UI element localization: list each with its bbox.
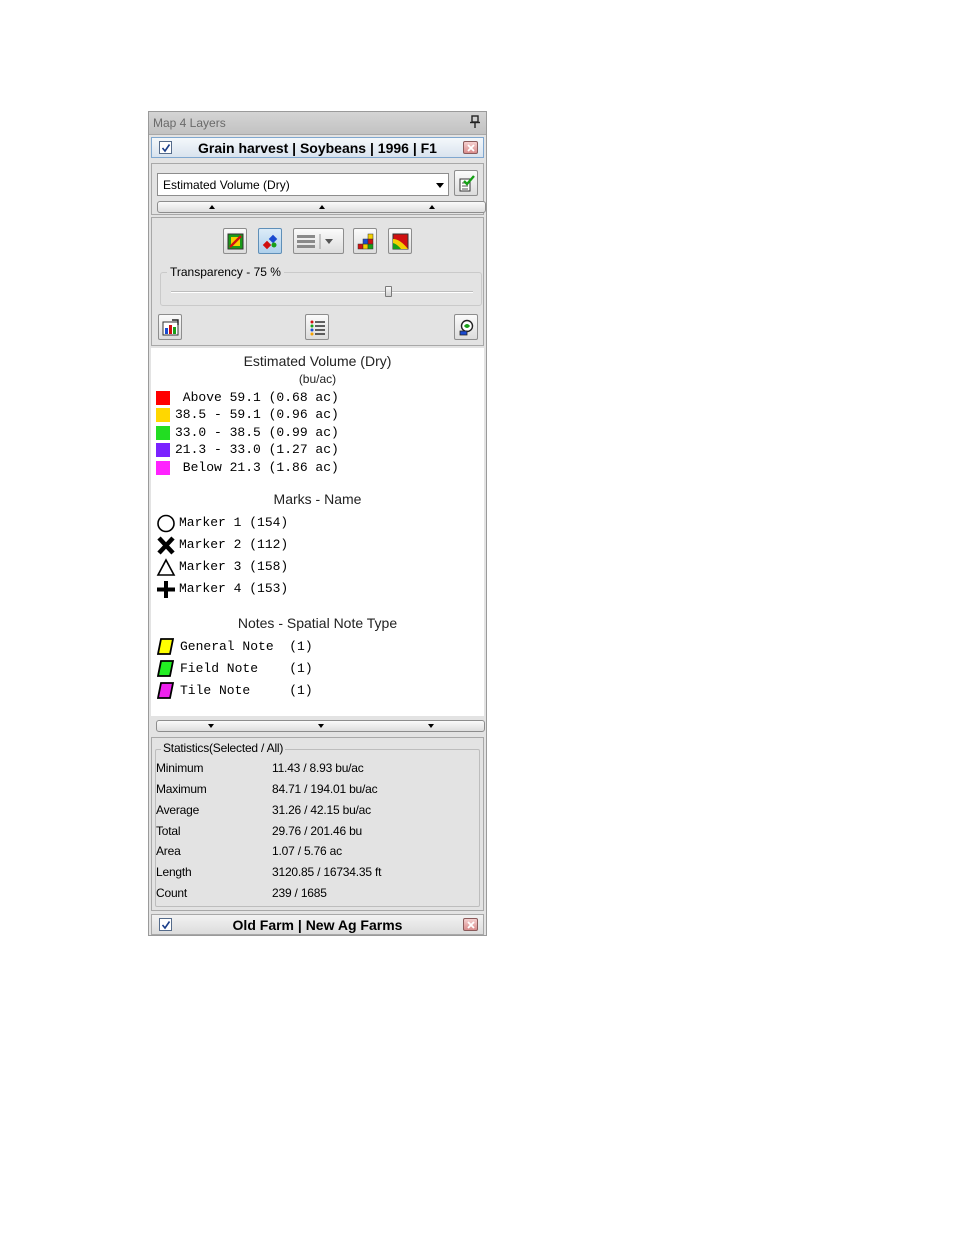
- arrow-up-icon: [209, 205, 215, 209]
- stat-row-average: Average 31.26 / 42.15 bu/ac: [156, 803, 476, 821]
- attribute-dropdown[interactable]: Estimated Volume (Dry): [157, 173, 449, 196]
- stat-row-minimum: Minimum 11.43 / 8.93 bu/ac: [156, 761, 476, 779]
- layer-title: Grain harvest | Soybeans | 1996 | F1: [198, 140, 437, 156]
- range-label: 33.0 - 38.5 (0.99 ac): [175, 425, 339, 440]
- triangle-marker-icon: [156, 558, 176, 576]
- bottom-splitter-area: [151, 716, 485, 737]
- range-label: 38.5 - 59.1 (0.96 ac): [175, 407, 339, 422]
- note-label: Field Note (1): [180, 661, 313, 676]
- tile-note-icon: [157, 682, 174, 699]
- chart-button[interactable]: [158, 314, 182, 340]
- layer-header-old-farm[interactable]: Old Farm | New Ag Farms: [151, 914, 484, 935]
- panel-titlebar: Map 4 Layers: [149, 112, 486, 135]
- stat-label: Length: [156, 865, 192, 879]
- field-note-icon: [157, 660, 174, 677]
- mark-label: Marker 1 (154): [179, 515, 289, 530]
- range-swatch: [156, 443, 170, 457]
- note-label: General Note (1): [180, 639, 313, 654]
- display-options-section: Transparency - 75 %: [151, 217, 484, 346]
- stat-label: Area: [156, 844, 181, 858]
- map-view-icon: [227, 233, 244, 250]
- legend-title: Estimated Volume (Dry): [243, 353, 392, 369]
- transparency-group: Transparency - 75 %: [160, 265, 482, 306]
- panel-title: Map 4 Layers: [153, 116, 226, 130]
- range-label: Above 59.1 (0.68 ac): [175, 390, 339, 405]
- layer-title: Old Farm | New Ag Farms: [232, 917, 403, 933]
- range-swatch: [156, 408, 170, 422]
- grid-view-button[interactable]: [353, 228, 377, 254]
- stat-value: 11.43 / 8.93 bu/ac: [272, 761, 364, 775]
- remove-layer-button[interactable]: [463, 918, 478, 931]
- transparency-slider-thumb[interactable]: [385, 286, 392, 297]
- stat-value: 31.26 / 42.15 bu/ac: [272, 803, 371, 817]
- stat-row-length: Length 3120.85 / 16734.35 ft: [156, 865, 476, 883]
- mark-label: Marker 3 (158): [179, 559, 289, 574]
- contour-icon: [392, 233, 409, 250]
- export-button[interactable]: [454, 314, 478, 340]
- notes-title: Notes - Spatial Note Type: [237, 615, 398, 631]
- legend-units: (bu/ac): [298, 372, 337, 386]
- range-swatch: [156, 426, 170, 440]
- stat-label: Average: [156, 803, 200, 817]
- arrow-up-icon: [429, 205, 435, 209]
- stat-row-total: Total 29.76 / 201.46 bu: [156, 824, 476, 842]
- range-swatch: [156, 391, 170, 405]
- contour-view-button[interactable]: [388, 228, 412, 254]
- stat-value: 239 / 1685: [272, 886, 327, 900]
- stat-label: Maximum: [156, 782, 207, 796]
- line-style-dropdown[interactable]: [293, 228, 344, 254]
- attribute-dropdown-value: Estimated Volume (Dry): [163, 178, 290, 192]
- x-marker-icon: [157, 536, 175, 555]
- transparency-label: Transparency - 75 %: [167, 265, 284, 279]
- range-label: Below 21.3 (1.86 ac): [175, 460, 339, 475]
- points-view-button[interactable]: [258, 228, 282, 254]
- chevron-down-icon: [436, 183, 444, 188]
- layer-header-grain-harvest[interactable]: Grain harvest | Soybeans | 1996 | F1: [151, 137, 484, 158]
- map-view-button[interactable]: [223, 228, 247, 254]
- arrow-down-icon: [318, 724, 324, 728]
- range-label: 21.3 - 33.0 (1.27 ac): [175, 442, 339, 457]
- mark-label: Marker 2 (112): [179, 537, 289, 552]
- attribute-section: Estimated Volume (Dry): [151, 163, 486, 215]
- stat-value: 1.07 / 5.76 ac: [272, 844, 342, 858]
- points-icon: [262, 234, 278, 250]
- collapse-splitter-top[interactable]: [157, 201, 486, 213]
- arrow-up-icon: [319, 205, 325, 209]
- edit-checklist-icon: [459, 175, 475, 192]
- legend-list-button[interactable]: [305, 314, 329, 340]
- chart-icon: [162, 319, 179, 336]
- legend-area: Estimated Volume (Dry) (bu/ac) Above 59.…: [151, 348, 484, 716]
- stat-row-area: Area 1.07 / 5.76 ac: [156, 844, 476, 862]
- range-swatch: [156, 461, 170, 475]
- edit-attribute-button[interactable]: [454, 170, 478, 196]
- stat-row-maximum: Maximum 84.71 / 194.01 bu/ac: [156, 782, 476, 800]
- transparency-slider-track[interactable]: [171, 291, 473, 293]
- plus-marker-icon: [157, 581, 175, 598]
- mark-label: Marker 4 (153): [179, 581, 289, 596]
- stat-label: Count: [156, 886, 188, 900]
- stat-value: 29.76 / 201.46 bu: [272, 824, 363, 838]
- export-icon: [459, 319, 474, 336]
- stat-label: Minimum: [156, 761, 204, 775]
- stat-row-count: Count 239 / 1685: [156, 886, 476, 904]
- line-style-icon: [297, 234, 333, 249]
- marks-title: Marks - Name: [273, 491, 362, 507]
- general-note-icon: [157, 638, 174, 655]
- arrow-down-icon: [208, 724, 214, 728]
- statistics-title: Statistics(Selected / All): [161, 741, 286, 755]
- stat-value: 3120.85 / 16734.35 ft: [272, 865, 382, 879]
- circle-marker-icon: [157, 514, 175, 533]
- list-icon: [310, 320, 325, 336]
- note-label: Tile Note (1): [180, 683, 313, 698]
- map-layers-panel: Map 4 Layers Grain harvest | Soybeans | …: [148, 111, 487, 936]
- grid-icon: [357, 233, 374, 250]
- arrow-down-icon: [428, 724, 434, 728]
- pin-icon[interactable]: [470, 115, 480, 129]
- stat-value: 84.71 / 194.01 bu/ac: [272, 782, 378, 796]
- collapse-splitter-bottom[interactable]: [156, 720, 485, 732]
- remove-layer-button[interactable]: [463, 141, 478, 154]
- statistics-section: Statistics(Selected / All) Minimum 11.43 …: [151, 737, 484, 911]
- stat-label: Total: [156, 824, 181, 838]
